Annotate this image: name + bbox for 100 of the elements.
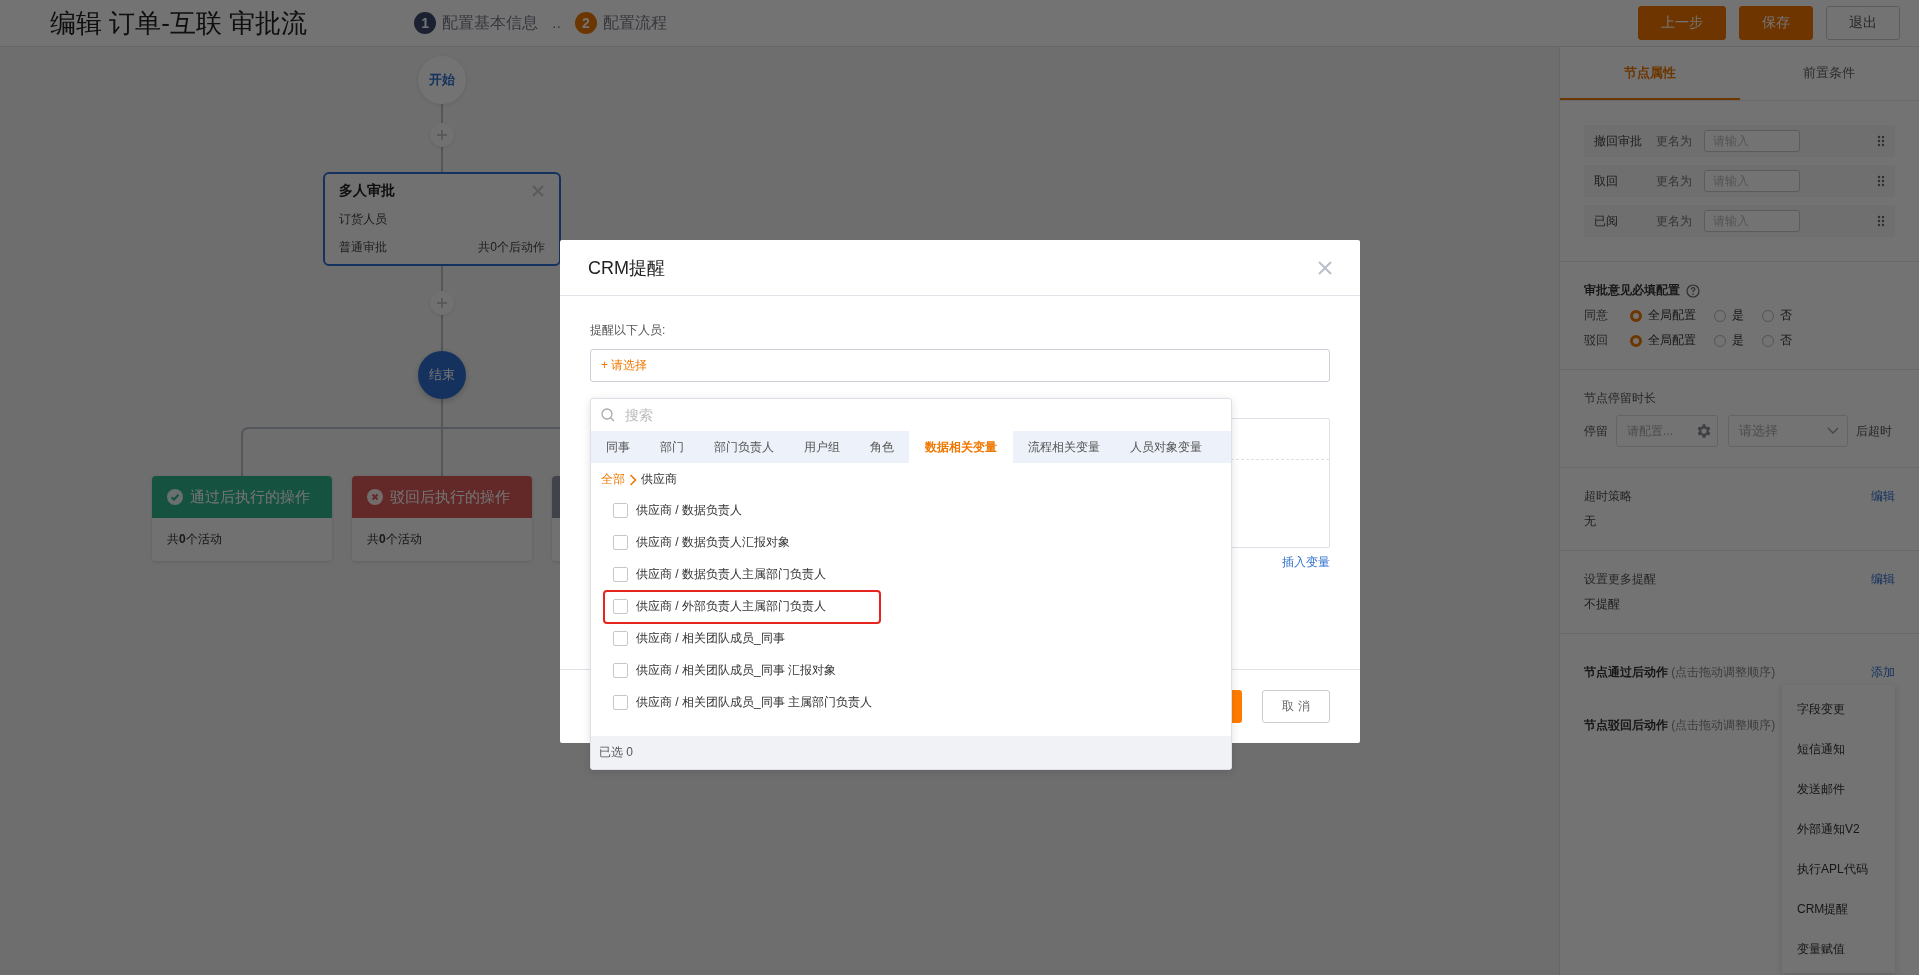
- action-name: 已阅: [1594, 212, 1619, 230]
- close-icon[interactable]: [531, 184, 545, 198]
- selected-count: 已选 0: [599, 744, 633, 761]
- step-number: 1: [414, 12, 437, 34]
- menu-item[interactable]: 短信通知: [1782, 729, 1895, 769]
- edit-link[interactable]: 编辑: [1871, 488, 1895, 505]
- step-label[interactable]: 配置流程: [603, 12, 667, 34]
- action-name: 取回: [1594, 172, 1619, 190]
- branch-summary: 共0个活动: [166, 531, 223, 548]
- primary-button[interactable]: 上一步: [1638, 6, 1726, 40]
- option-label[interactable]: 供应商 / 数据负责人主属部门负责人: [636, 565, 826, 583]
- radio-label[interactable]: 是: [1732, 332, 1744, 349]
- radio-label[interactable]: 是: [1732, 307, 1744, 324]
- node-title: 多人审批: [339, 182, 395, 200]
- help-icon[interactable]: [1686, 283, 1700, 298]
- category-tab[interactable]: 部门: [645, 431, 699, 463]
- exit-button[interactable]: 退出: [1826, 6, 1900, 40]
- chevron-right-icon: [629, 473, 637, 486]
- menu-item[interactable]: 外部通知V2: [1782, 809, 1895, 849]
- branch-card[interactable]: 驳回后执行的操作 共0个活动: [352, 476, 532, 561]
- node-action-count: 共0个后动作: [478, 239, 545, 256]
- branch-summary: 共0个活动: [366, 531, 423, 548]
- start-node[interactable]: 开始: [418, 56, 466, 104]
- chevron-down-icon: [1827, 427, 1839, 435]
- cancel-button[interactable]: 取 消: [1262, 690, 1330, 723]
- radio-button[interactable]: [1762, 309, 1774, 322]
- step-label[interactable]: 配置基本信息: [442, 12, 539, 34]
- section-title: 超时策略: [1584, 488, 1632, 505]
- checkbox[interactable]: [613, 534, 628, 550]
- add-node-button[interactable]: [430, 291, 454, 315]
- radio-button[interactable]: [1714, 309, 1726, 322]
- checkbox[interactable]: [613, 662, 628, 678]
- option-label[interactable]: 供应商 / 外部负责人主属部门负责人: [636, 597, 826, 615]
- drag-handle-icon[interactable]: [1877, 215, 1885, 227]
- checkbox[interactable]: [613, 598, 628, 614]
- option-label[interactable]: 供应商 / 相关团队成员_同事: [636, 629, 785, 647]
- radio-label[interactable]: 否: [1780, 307, 1792, 324]
- branch-card[interactable]: 通过后执行的操作 共0个活动: [152, 476, 332, 561]
- approval-node-card[interactable]: 多人审批 订货人员 普通审批 共0个后动作: [323, 172, 561, 266]
- drag-handle-icon[interactable]: [1877, 135, 1885, 147]
- row-label: 同意: [1584, 307, 1609, 324]
- step-separator: ..: [552, 14, 561, 32]
- menu-item[interactable]: 发送邮件: [1782, 769, 1895, 809]
- node-type: 普通审批: [339, 239, 387, 256]
- end-node[interactable]: 结束: [418, 351, 466, 399]
- radio-label[interactable]: 全局配置: [1648, 307, 1696, 324]
- close-icon[interactable]: [1318, 260, 1332, 275]
- section-title: 设置更多提醒: [1584, 571, 1656, 588]
- insert-variable-link[interactable]: 插入变量: [1282, 554, 1330, 571]
- radio-label[interactable]: 全局配置: [1648, 332, 1696, 349]
- option-label[interactable]: 供应商 / 数据负责人汇报对象: [636, 533, 790, 551]
- plus-icon: [436, 297, 448, 309]
- checkbox[interactable]: [613, 502, 628, 518]
- step-number: 2: [575, 12, 597, 34]
- drag-handle-icon[interactable]: [1877, 175, 1885, 187]
- category-tab[interactable]: 数据相关变量: [909, 431, 1013, 463]
- menu-item[interactable]: 变量赋值: [1782, 929, 1895, 969]
- gear-icon[interactable]: [1695, 422, 1713, 440]
- category-tab[interactable]: 角色: [855, 431, 909, 463]
- category-tab[interactable]: 用户组: [789, 431, 855, 463]
- radio-button[interactable]: [1762, 334, 1774, 347]
- plus-icon: [436, 129, 448, 141]
- category-tab[interactable]: 部门负责人: [699, 431, 789, 463]
- add-link[interactable]: 添加: [1871, 664, 1895, 681]
- menu-item[interactable]: CRM提醒: [1782, 889, 1895, 929]
- section-title: 审批意见必填配置: [1584, 282, 1680, 299]
- category-tab[interactable]: 人员对象变量: [1115, 431, 1217, 463]
- option-label[interactable]: 供应商 / 相关团队成员_同事 主属部门负责人: [636, 693, 872, 711]
- row-label: 停留: [1584, 422, 1608, 440]
- field-label: 提醒以下人员:: [590, 322, 667, 339]
- select-link[interactable]: + 请选择: [601, 357, 648, 374]
- checkbox[interactable]: [613, 694, 628, 710]
- checkbox[interactable]: [613, 566, 628, 582]
- option-label[interactable]: 供应商 / 数据负责人: [636, 501, 742, 519]
- action-name: 撤回审批: [1594, 132, 1643, 150]
- checkbox[interactable]: [613, 630, 628, 646]
- cross-icon: [367, 489, 383, 505]
- add-node-button[interactable]: [430, 123, 454, 147]
- radio-button[interactable]: [1714, 334, 1726, 347]
- node-assignee: 订货人员: [339, 211, 388, 228]
- breadcrumb-item[interactable]: 全部: [601, 471, 625, 488]
- check-icon: [167, 489, 183, 505]
- modal-title: CRM提醒: [588, 256, 665, 280]
- recipient-field[interactable]: + 请选择: [590, 349, 1330, 382]
- radio-button[interactable]: [1630, 309, 1642, 322]
- row-label: 驳回: [1584, 332, 1609, 349]
- menu-item[interactable]: 执行APL代码: [1782, 849, 1895, 889]
- option-label[interactable]: 供应商 / 相关团队成员_同事 汇报对象: [636, 661, 836, 679]
- primary-button[interactable]: 保存: [1739, 6, 1813, 40]
- category-tab[interactable]: 流程相关变量: [1013, 431, 1115, 463]
- menu-item[interactable]: 字段变更: [1782, 689, 1895, 729]
- radio-button[interactable]: [1630, 334, 1642, 347]
- search-icon: [601, 408, 615, 422]
- category-tab[interactable]: 同事: [591, 431, 645, 463]
- suffix-label: 后超时: [1856, 422, 1892, 440]
- branch-title: 驳回后执行的操作: [390, 487, 510, 507]
- edit-link[interactable]: 编辑: [1871, 571, 1895, 588]
- section-value: 不提醒: [1584, 596, 1621, 613]
- breadcrumb-item[interactable]: 供应商: [641, 471, 677, 488]
- radio-label[interactable]: 否: [1780, 332, 1792, 349]
